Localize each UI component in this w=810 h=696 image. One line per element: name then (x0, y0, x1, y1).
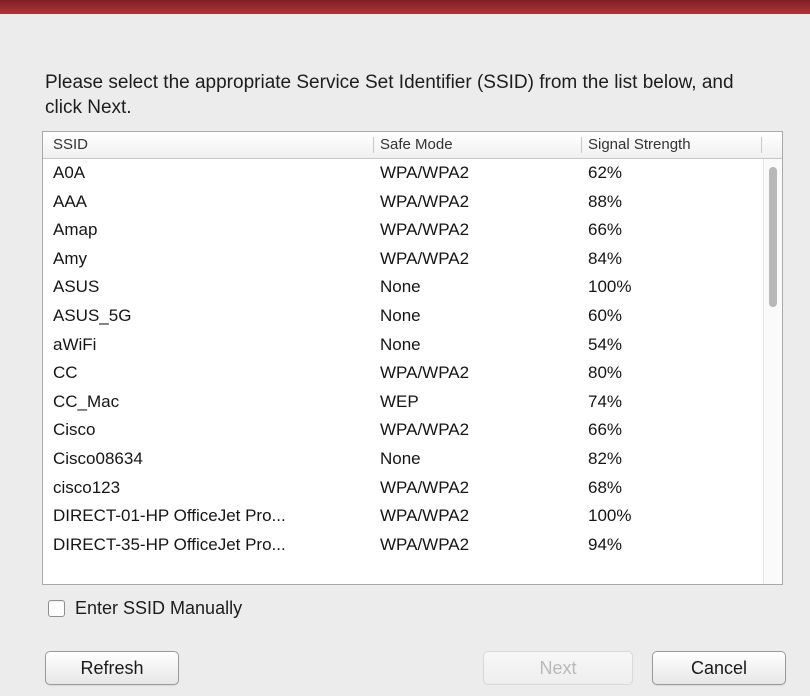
safe-mode-cell: None (380, 448, 421, 468)
safe-mode-cell: WPA/WPA2 (380, 363, 470, 383)
signal-strength-cell: 54% (588, 334, 623, 354)
safe-mode-cell: None (380, 334, 421, 354)
next-button[interactable]: Next (483, 651, 633, 685)
vertical-scrollbar[interactable] (763, 159, 782, 584)
signal-strength-cell: 100% (588, 277, 632, 297)
refresh-button[interactable]: Refresh (45, 651, 179, 685)
cancel-button[interactable]: Cancel (652, 651, 786, 685)
signal-strength-cell: 80% (588, 363, 623, 383)
ssid-cell: Amy (53, 248, 87, 268)
table-row[interactable]: AAA WPA/WPA2 88% (43, 188, 763, 217)
column-separator (581, 137, 582, 153)
signal-strength-cell: 84% (588, 248, 623, 268)
ssid-table: SSID Safe Mode Signal Strength A0A WPA/WP… (42, 131, 783, 585)
safe-mode-cell: WPA/WPA2 (380, 220, 470, 240)
column-separator (373, 137, 374, 153)
signal-strength-cell: 62% (588, 163, 623, 182)
safe-mode-cell: WPA/WPA2 (380, 163, 470, 182)
safe-mode-cell: WPA/WPA2 (380, 191, 470, 211)
safe-mode-cell: None (380, 305, 421, 325)
table-row[interactable]: aWiFi None 54% (43, 331, 763, 360)
instructions-text: Please select the appropriate Service Se… (45, 72, 734, 118)
window-top-bar (0, 0, 810, 14)
signal-strength-cell: 94% (588, 534, 623, 554)
signal-strength-cell: 88% (588, 191, 623, 211)
signal-strength-cell: 74% (588, 391, 623, 411)
ssid-cell: Amap (53, 220, 98, 240)
ssid-cell: DIRECT-35-HP OfficeJet Pro... (53, 534, 286, 554)
table-row[interactable]: Cisco08634 None 82% (43, 445, 763, 474)
column-header-signal-strength[interactable]: Signal Strength (588, 132, 691, 158)
signal-strength-cell: 82% (588, 448, 623, 468)
ssid-cell: CC (53, 363, 78, 383)
ssid-cell: A0A (53, 163, 86, 182)
scrollbar-thumb[interactable] (769, 167, 777, 307)
column-header-ssid[interactable]: SSID (53, 132, 88, 158)
table-row[interactable]: Cisco WPA/WPA2 66% (43, 416, 763, 445)
select-ssid-dialog: Please select the appropriate Service Se… (0, 14, 810, 696)
safe-mode-cell: WPA/WPA2 (380, 506, 470, 526)
ssid-cell: cisco123 (53, 477, 121, 497)
ssid-cell: aWiFi (53, 334, 97, 354)
column-separator (761, 137, 762, 153)
ssid-cell: Cisco (53, 420, 96, 440)
signal-strength-cell: 66% (588, 220, 623, 240)
table-row[interactable]: DIRECT-35-HP OfficeJet Pro... WPA/WPA2 94% (43, 531, 763, 560)
table-row[interactable]: CC_Mac WEP 74% (43, 388, 763, 417)
enter-ssid-manually-option[interactable]: Enter SSID Manually (48, 597, 242, 619)
signal-strength-cell: 60% (588, 305, 623, 325)
table-row[interactable]: DIRECT-01-HP OfficeJet Pro... WPA/WPA2 100… (43, 502, 763, 531)
safe-mode-cell: None (380, 277, 421, 297)
safe-mode-cell: WPA/WPA2 (380, 534, 470, 554)
table-row[interactable]: ASUS None 100% (43, 273, 763, 302)
signal-strength-cell: 100% (588, 506, 632, 526)
table-row[interactable]: cisco123 WPA/WPA2 68% (43, 474, 763, 503)
ssid-cell: AAA (53, 191, 88, 211)
table-row[interactable]: CC WPA/WPA2 80% (43, 359, 763, 388)
safe-mode-cell: WPA/WPA2 (380, 477, 470, 497)
safe-mode-cell: WEP (380, 391, 419, 411)
ssid-cell: ASUS (53, 277, 100, 297)
ssid-cell: ASUS_5G (53, 305, 132, 325)
table-row[interactable]: A0A WPA/WPA2 62% (43, 159, 763, 188)
table-body: A0A WPA/WPA2 62% AAA WPA/WPA2 88% Amap WPA/WPA2… (43, 159, 763, 584)
signal-strength-cell: 66% (588, 420, 623, 440)
safe-mode-cell: WPA/WPA2 (380, 248, 470, 268)
table-row[interactable]: Amap WPA/WPA2 66% (43, 216, 763, 245)
ssid-cell: CC_Mac (53, 391, 120, 411)
ssid-cell: Cisco08634 (53, 448, 143, 468)
table-header: SSID Safe Mode Signal Strength (43, 132, 782, 159)
table-row[interactable]: ASUS_5G None 60% (43, 302, 763, 331)
safe-mode-cell: WPA/WPA2 (380, 420, 470, 440)
column-header-safe-mode[interactable]: Safe Mode (380, 132, 453, 158)
table-row[interactable]: Amy WPA/WPA2 84% (43, 245, 763, 274)
checkbox-icon[interactable] (48, 599, 65, 617)
enter-ssid-manually-label[interactable]: Enter SSID Manually (75, 598, 242, 619)
signal-strength-cell: 68% (588, 477, 623, 497)
ssid-cell: DIRECT-01-HP OfficeJet Pro... (53, 506, 286, 526)
